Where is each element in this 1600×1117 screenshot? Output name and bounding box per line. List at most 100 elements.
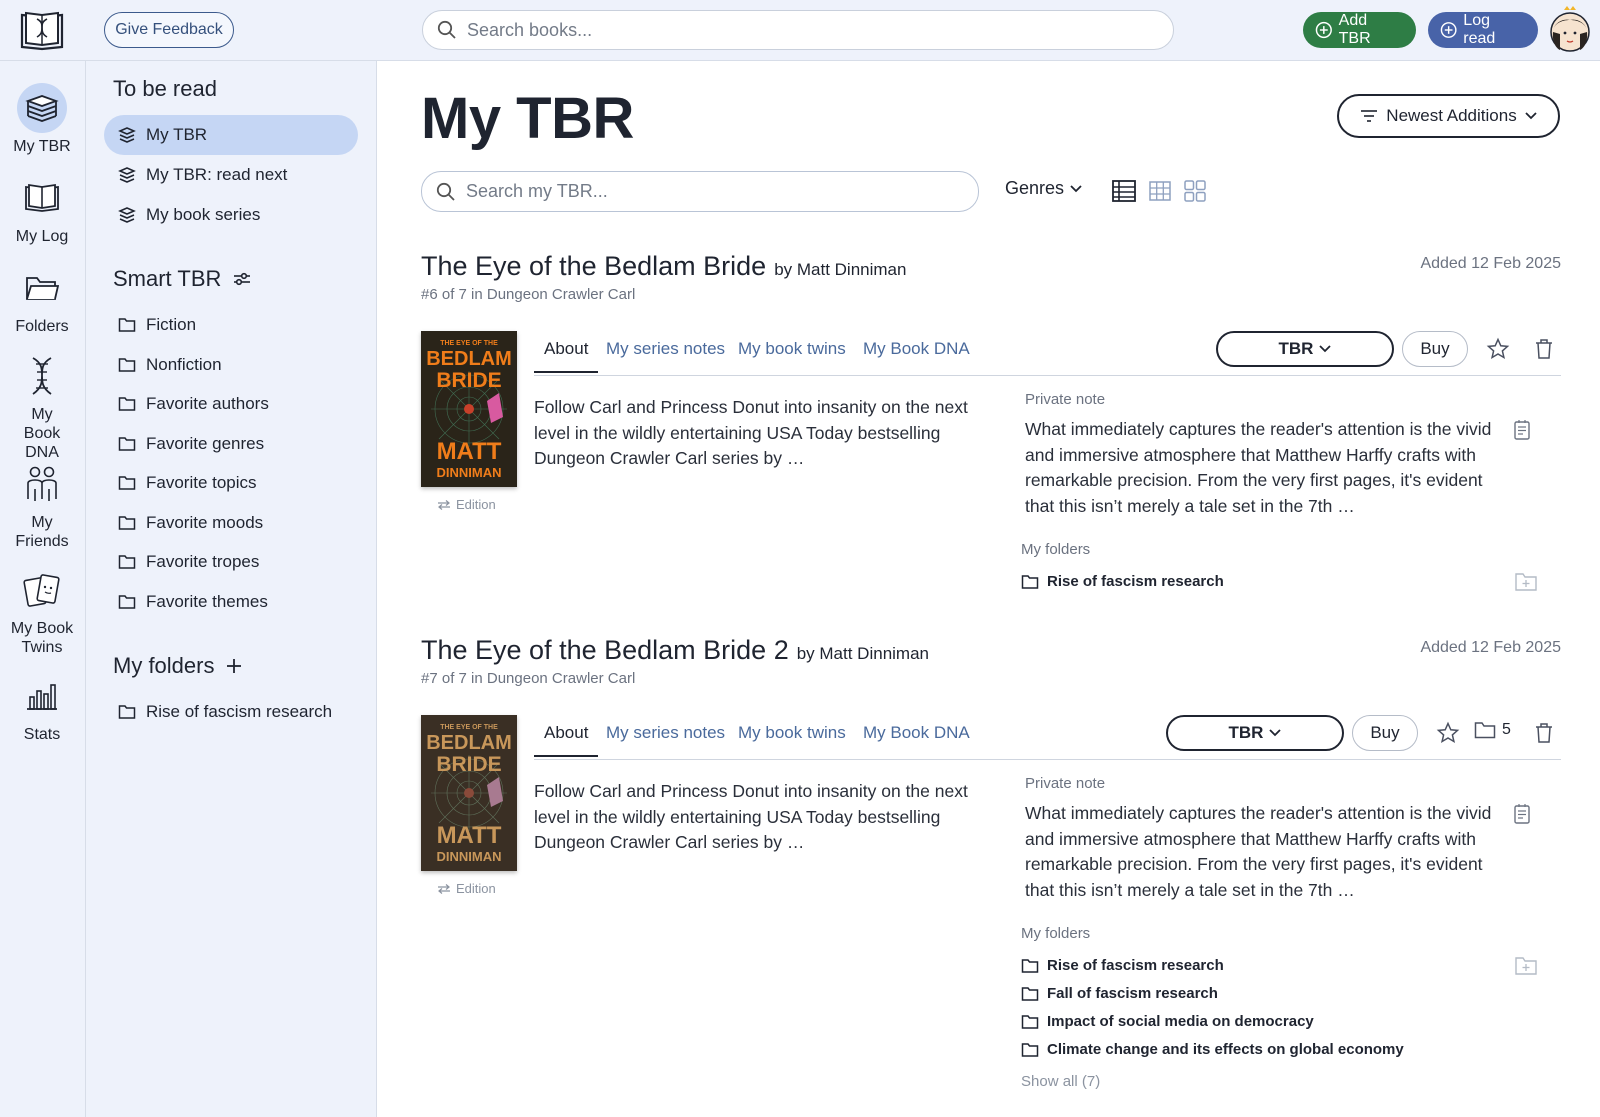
top-bar: Give Feedback Add TBR Log read xyxy=(0,0,1600,61)
add-tbr-button[interactable]: Add TBR xyxy=(1303,12,1416,48)
book-author[interactable]: by Matt Dinniman xyxy=(797,644,929,664)
edition-switch[interactable]: Edition xyxy=(437,881,496,896)
buy-button[interactable]: Buy xyxy=(1352,715,1418,751)
rail-item-my-book-dna[interactable]: My Book DNA xyxy=(0,351,84,462)
nav-item-smart-favorite-topics[interactable]: Favorite topics xyxy=(104,463,358,503)
rail-item-my-tbr[interactable]: My TBR xyxy=(0,83,84,156)
nav-item-label: Favorite tropes xyxy=(146,552,260,571)
edit-note-icon[interactable] xyxy=(1511,803,1533,825)
nav-item-smart-nonfiction[interactable]: Nonfiction xyxy=(104,345,358,385)
tab-my-book-dna[interactable]: My Book DNA xyxy=(853,723,980,755)
tab-my-series-notes[interactable]: My series notes xyxy=(596,723,735,755)
add-to-folder-icon[interactable] xyxy=(1514,955,1538,977)
plus-circle-icon xyxy=(1315,21,1332,39)
book-author[interactable]: by Matt Dinniman xyxy=(774,260,906,280)
chevron-down-icon xyxy=(1525,112,1537,120)
rail-item-my-log[interactable]: My Log xyxy=(0,173,84,246)
sort-dropdown[interactable]: Newest Additions xyxy=(1337,94,1560,138)
book-folder-item[interactable]: Rise of fascism research xyxy=(1021,573,1224,590)
tbr-status-dropdown[interactable]: TBR xyxy=(1216,331,1394,367)
user-avatar[interactable] xyxy=(1548,6,1592,52)
star-icon[interactable] xyxy=(1486,337,1510,361)
cover-text: THE EYE OF THE xyxy=(440,724,498,731)
folder-name: Rise of fascism research xyxy=(1047,573,1224,590)
tbr-search-bar[interactable] xyxy=(421,171,979,212)
books-stack-icon xyxy=(118,127,136,143)
nav-item-my-book-series[interactable]: My book series xyxy=(104,195,358,235)
plus-icon[interactable] xyxy=(226,658,242,674)
folder-icon xyxy=(1021,574,1039,589)
tab-about[interactable]: About xyxy=(534,723,599,757)
book-search-bar[interactable] xyxy=(422,10,1174,50)
book-search-input[interactable] xyxy=(467,19,1130,41)
tab-my-book-dna[interactable]: My Book DNA xyxy=(853,339,980,371)
book-folder-item[interactable]: Fall of fascism research xyxy=(1021,985,1218,1002)
folder-icon xyxy=(118,705,136,719)
list-view-icon[interactable] xyxy=(1111,178,1137,204)
book-folder-item[interactable]: Rise of fascism research xyxy=(1021,957,1224,974)
table-view-icon[interactable] xyxy=(1147,178,1173,204)
books-stack-icon xyxy=(118,207,136,223)
nav-item-smart-favorite-themes[interactable]: Favorite themes xyxy=(104,582,358,622)
genres-dropdown[interactable]: Genres xyxy=(1005,178,1082,199)
rail-item-stats[interactable]: Stats xyxy=(0,671,84,744)
smart-tbr-heading: Smart TBR xyxy=(113,266,251,292)
sliders-icon[interactable] xyxy=(233,271,251,287)
rail-label: My TBR xyxy=(13,138,71,155)
chevron-down-icon xyxy=(1070,184,1082,192)
book-folder-item[interactable]: Impact of social media on democracy xyxy=(1021,1013,1314,1030)
book-title[interactable]: The Eye of the Bedlam Bride 2 xyxy=(421,635,789,666)
rail-item-my-friends[interactable]: My Friends xyxy=(0,459,84,551)
rail-item-my-book-twins[interactable]: My Book Twins xyxy=(0,565,84,657)
nav-item-smart-favorite-tropes[interactable]: Favorite tropes xyxy=(104,542,358,582)
give-feedback-button[interactable]: Give Feedback xyxy=(104,12,234,48)
book-cover[interactable]: THE EYE OF THE BEDLAM BRIDE MATT DINNIMA… xyxy=(421,331,517,487)
edit-note-icon[interactable] xyxy=(1511,419,1533,441)
my-folders-label: My folders xyxy=(1021,925,1091,942)
book-card: The Eye of the Bedlam Bride by Matt Dinn… xyxy=(421,251,1561,611)
add-to-folder-icon[interactable] xyxy=(1514,571,1538,593)
nav-item-smart-favorite-moods[interactable]: Favorite moods xyxy=(104,503,358,543)
nav-item-label: Favorite authors xyxy=(146,394,269,413)
app-logo-icon[interactable] xyxy=(18,9,66,51)
tab-my-book-twins[interactable]: My book twins xyxy=(728,339,856,371)
dna-icon xyxy=(17,351,67,401)
nav-item-smart-fiction[interactable]: Fiction xyxy=(104,305,358,345)
buy-button[interactable]: Buy xyxy=(1402,331,1468,367)
book-cover[interactable]: THE EYE OF THE BEDLAM BRIDE MATT DINNIMA… xyxy=(421,715,517,871)
trash-icon[interactable] xyxy=(1532,721,1556,745)
open-book-icon xyxy=(17,173,67,223)
tab-my-book-twins[interactable]: My book twins xyxy=(728,723,856,755)
trash-icon[interactable] xyxy=(1532,337,1556,361)
nav-item-label: Fiction xyxy=(146,315,197,334)
show-all-folders-link[interactable]: Show all (7) xyxy=(1021,1073,1100,1090)
tbr-status-dropdown[interactable]: TBR xyxy=(1166,715,1344,751)
private-note-text[interactable]: What immediately captures the reader's a… xyxy=(1025,801,1509,903)
grid-view-icon[interactable] xyxy=(1182,178,1208,204)
log-read-button[interactable]: Log read xyxy=(1428,12,1538,48)
sort-lines-icon xyxy=(1361,110,1378,122)
icon-rail: My TBR My Log Folders My Book DNA My Fri… xyxy=(0,61,86,1117)
nav-item-smart-favorite-authors[interactable]: Favorite authors xyxy=(104,384,358,424)
books-stack-icon xyxy=(17,83,67,133)
nav-item-smart-favorite-genres[interactable]: Favorite genres xyxy=(104,424,358,464)
folder-name: Rise of fascism research xyxy=(1047,957,1224,974)
nav-item-label: My TBR xyxy=(146,125,208,144)
folder-icon xyxy=(1021,1014,1039,1029)
tbr-search-input[interactable] xyxy=(466,181,954,202)
series-info[interactable]: #7 of 7 in Dungeon Crawler Carl xyxy=(421,670,1561,687)
nav-item-folder-rise-of-fascism[interactable]: Rise of fascism research xyxy=(104,692,358,732)
edition-switch[interactable]: Edition xyxy=(437,497,496,512)
tab-about[interactable]: About xyxy=(534,339,599,373)
tab-my-series-notes[interactable]: My series notes xyxy=(596,339,735,371)
series-info[interactable]: #6 of 7 in Dungeon Crawler Carl xyxy=(421,286,1561,303)
book-card: The Eye of the Bedlam Bride 2 by Matt Di… xyxy=(421,635,1561,1115)
nav-item-my-tbr-read-next[interactable]: My TBR: read next xyxy=(104,155,358,195)
book-folder-item[interactable]: Climate change and its effects on global… xyxy=(1021,1041,1404,1058)
private-note-text[interactable]: What immediately captures the reader's a… xyxy=(1025,417,1509,519)
nav-item-my-tbr[interactable]: My TBR xyxy=(104,115,358,155)
rail-item-folders[interactable]: Folders xyxy=(0,263,84,336)
folder-count[interactable]: 5 xyxy=(1474,721,1511,739)
star-icon[interactable] xyxy=(1436,721,1460,745)
book-title[interactable]: The Eye of the Bedlam Bride xyxy=(421,251,766,282)
